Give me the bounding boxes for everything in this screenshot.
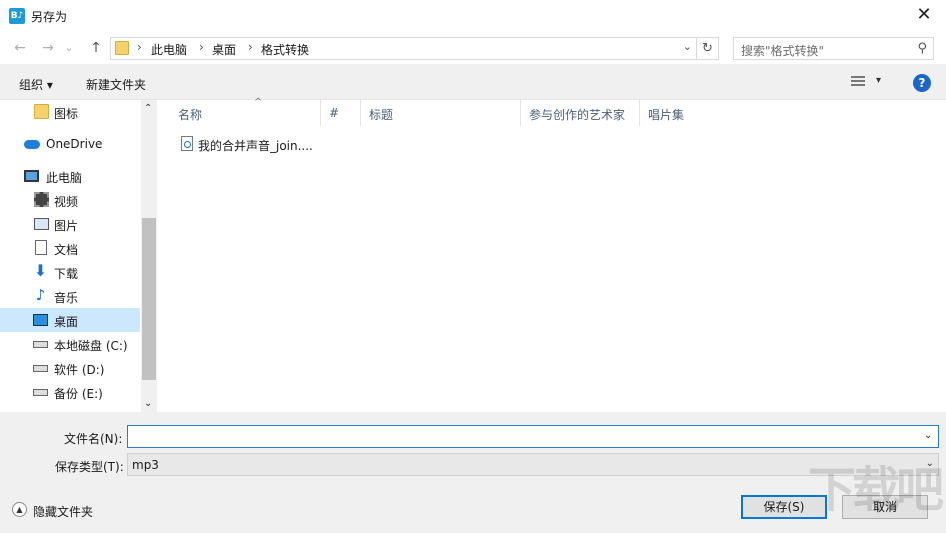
drive-icon <box>33 389 48 396</box>
music-icon: ♪ <box>35 286 46 304</box>
filename-label: 文件名(N): <box>64 432 123 446</box>
pc-icon <box>24 170 39 182</box>
sidebar-item-this-pc[interactable]: 此电脑 <box>0 164 140 188</box>
sidebar-item-drive-d[interactable]: 软件 (D:) <box>0 356 140 380</box>
sidebar-scrollbar[interactable]: ⌃ ⌄ <box>141 100 157 412</box>
sidebar-item-label: 软件 (D:) <box>54 363 105 377</box>
column-header-label: 标题 <box>369 108 394 122</box>
chevron-up-icon: ▲ <box>12 502 27 517</box>
column-header-artists[interactable]: 参与创作的艺术家 <box>521 100 640 126</box>
file-name: 我的合并声音_join.... <box>198 139 313 153</box>
sidebar-item-label: 视频 <box>54 195 79 209</box>
watermark-logo: 下载吧 <box>808 462 944 518</box>
drive-icon <box>33 341 48 348</box>
window-title: 另存为 <box>31 10 68 24</box>
picture-icon <box>34 218 49 230</box>
scroll-down-icon[interactable]: ⌄ <box>144 398 152 409</box>
new-folder-button[interactable]: 新建文件夹 <box>86 76 146 93</box>
folder-icon <box>34 104 49 119</box>
address-bar[interactable]: › 此电脑 › 桌面 › 格式转换 ⌄ <box>110 37 697 60</box>
help-icon[interactable]: ? <box>913 74 931 92</box>
column-header-title[interactable]: 标题 <box>361 100 521 126</box>
onedrive-icon <box>24 140 40 149</box>
breadcrumb-item-desktop[interactable]: 桌面 <box>212 41 236 58</box>
save-form: 文件名(N): ⌄ 保存类型(T): mp3 ⌄ ▲ 隐藏文件夹 保存(S) 取… <box>0 412 946 533</box>
refresh-icon: ↻ <box>702 41 713 56</box>
sidebar-item-music[interactable]: ♪ 音乐 <box>0 284 140 308</box>
recent-locations-button[interactable]: ⌄ <box>62 38 76 58</box>
filename-field[interactable] <box>127 425 939 448</box>
column-header-label: 唱片集 <box>648 108 685 122</box>
download-icon: ⬇ <box>33 261 48 280</box>
sidebar-item-label: 文档 <box>54 243 79 257</box>
view-options-icon[interactable] <box>851 76 865 88</box>
breadcrumb-separator: › <box>248 40 253 54</box>
search-placeholder: 搜索"格式转换" <box>741 44 825 58</box>
chevron-down-icon[interactable]: ⌄ <box>683 40 692 53</box>
organize-menu-button[interactable]: 组织 ▾ <box>19 76 53 93</box>
sidebar-item-label: 音乐 <box>54 291 79 305</box>
audio-file-icon <box>181 136 193 151</box>
close-button[interactable]: ✕ <box>902 0 946 32</box>
sidebar-item-label: 图片 <box>54 219 79 233</box>
app-logo-icon: B♪ <box>9 8 25 24</box>
back-button[interactable]: ← <box>10 38 30 58</box>
folder-icon <box>115 41 129 55</box>
sidebar-item-drive-e[interactable]: 备份 (E:) <box>0 380 140 404</box>
column-header-album[interactable]: 唱片集 <box>640 100 760 126</box>
file-type-label: 保存类型(T): <box>55 460 124 474</box>
close-icon: ✕ <box>916 4 932 25</box>
column-header-name[interactable]: ^ 名称 <box>170 97 321 126</box>
sidebar-item-drive-c[interactable]: 本地磁盘 (C:) <box>0 332 140 356</box>
sidebar-item-downloads[interactable]: ⬇ 下载 <box>0 260 140 284</box>
breadcrumb-separator: › <box>199 40 204 54</box>
column-header-label: 名称 <box>178 108 203 122</box>
up-button[interactable]: ↑ <box>86 38 106 58</box>
toolbar: 组织 ▾ 新建文件夹 ▾ ? <box>0 64 946 100</box>
sidebar-item-onedrive[interactable]: OneDrive <box>0 132 140 156</box>
sort-ascending-icon: ^ <box>254 97 263 108</box>
forward-button[interactable]: → <box>38 38 58 58</box>
arrow-up-icon: ↑ <box>90 40 102 56</box>
breadcrumb-item-pc[interactable]: 此电脑 <box>151 41 187 58</box>
breadcrumb-separator: › <box>137 40 142 54</box>
file-list-pane: ^ 名称 # 标题 参与创作的艺术家 唱片集 我的合并声音_join.... <box>158 97 946 412</box>
file-type-value: mp3 <box>132 458 159 472</box>
scroll-up-icon[interactable]: ⌃ <box>144 103 152 114</box>
sidebar-item-label: OneDrive <box>46 137 103 151</box>
sidebar-item-label: 桌面 <box>54 315 79 329</box>
search-input[interactable]: 搜索"格式转换" ⚲ <box>733 37 934 60</box>
column-header-label: 参与创作的艺术家 <box>529 108 626 122</box>
arrow-left-icon: ← <box>14 40 26 56</box>
sidebar-item-videos[interactable]: 视频 <box>0 188 140 212</box>
search-icon[interactable]: ⚲ <box>917 41 927 56</box>
chevron-down-icon[interactable]: ⌄ <box>924 430 932 441</box>
chevron-down-icon[interactable]: ▾ <box>876 75 881 86</box>
list-item[interactable]: 我的合并声音_join.... <box>178 134 323 154</box>
column-header-number[interactable]: # <box>321 100 361 126</box>
document-icon <box>35 240 47 255</box>
chevron-down-icon: ⌄ <box>64 41 74 54</box>
sidebar-item-pictures[interactable]: 图片 <box>0 212 140 236</box>
sidebar-item-label: 备份 (E:) <box>54 387 103 401</box>
hide-folders-label: 隐藏文件夹 <box>33 505 94 519</box>
navigation-pane: 图标 OneDrive 此电脑 视频 图片 文档 ⬇ 下载 ♪ 音乐 桌面 本地… <box>0 100 158 412</box>
sidebar-item-documents[interactable]: 文档 <box>0 236 140 260</box>
desktop-icon <box>33 314 48 326</box>
drive-icon <box>33 365 48 372</box>
sidebar-item-label: 图标 <box>54 107 79 121</box>
sidebar-item-label: 此电脑 <box>46 171 83 185</box>
navigation-bar: ← → ⌄ ↑ › 此电脑 › 桌面 › 格式转换 ⌄ ↻ 搜索"格式转换" ⚲ <box>0 32 946 64</box>
sidebar-item-label: 本地磁盘 (C:) <box>54 339 128 353</box>
sidebar-item-desktop[interactable]: 桌面 <box>0 308 140 332</box>
refresh-button[interactable]: ↻ <box>697 37 719 60</box>
arrow-right-icon: → <box>42 40 54 56</box>
video-icon <box>34 192 49 207</box>
breadcrumb-item-format-convert[interactable]: 格式转换 <box>261 41 309 58</box>
sidebar-item-icons[interactable]: 图标 <box>0 100 140 124</box>
column-header-label: # <box>329 106 340 120</box>
scrollbar-thumb[interactable] <box>142 218 156 380</box>
sidebar-item-label: 下载 <box>54 267 79 281</box>
title-bar: B♪ 另存为 ✕ <box>0 0 946 32</box>
